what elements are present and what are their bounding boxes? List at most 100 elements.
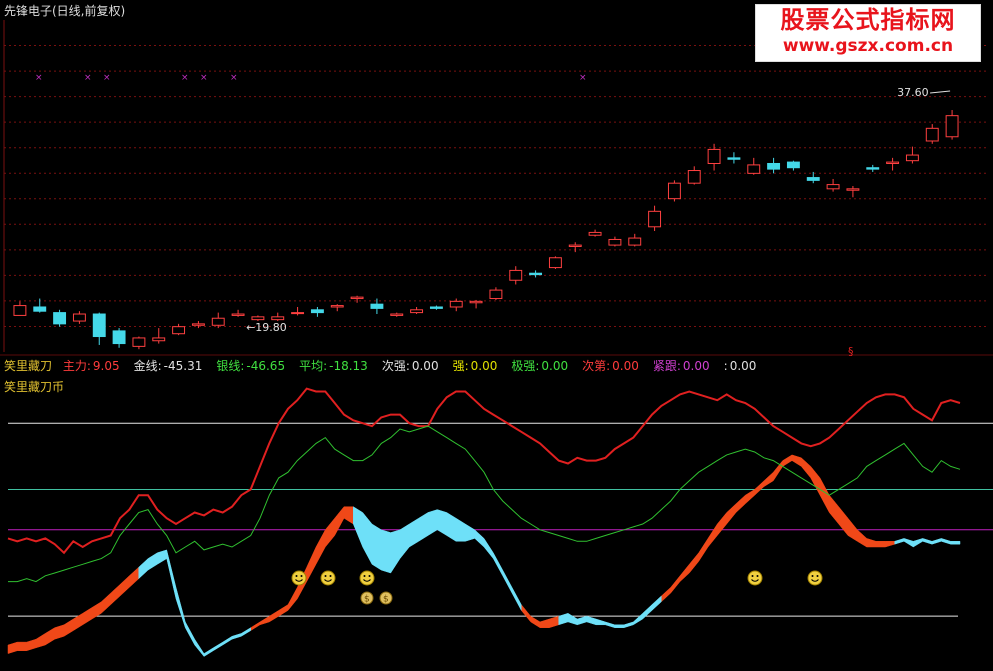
indicator-name: 笑里藏刀 bbox=[4, 359, 53, 373]
signal-marker: × bbox=[84, 73, 92, 83]
indicator-item: 强: 0.00 bbox=[453, 359, 505, 373]
indicator-value: 9.05 bbox=[92, 359, 120, 373]
indicator-item: 主力: 9.05 bbox=[63, 359, 127, 373]
smiley-eye bbox=[329, 575, 332, 577]
candle-down bbox=[767, 162, 781, 170]
candlestick-chart[interactable]: 37.60 ←19.80 × × × × × × × § $ $ bbox=[0, 0, 993, 671]
candle-up bbox=[568, 244, 582, 247]
candle-up bbox=[925, 127, 939, 142]
signal-marker: × bbox=[35, 73, 43, 83]
candle-down bbox=[786, 161, 800, 169]
candle-up bbox=[132, 337, 146, 347]
signal-marker: × bbox=[230, 73, 238, 83]
watermark-logo: 股票公式指标网 www.gszx.com.cn bbox=[755, 4, 981, 62]
indicator-value: 0.00 bbox=[411, 359, 439, 373]
smiley-eye bbox=[756, 575, 759, 577]
candle-up bbox=[390, 313, 404, 316]
smiley-eye bbox=[324, 575, 327, 577]
indicator-items: 主力: 9.05 金线: -45.31 银线: -46.65 平均: -18.13 次强: 0.0… bbox=[63, 359, 771, 373]
indicator-value: 0.00 bbox=[682, 359, 710, 373]
candle-up bbox=[410, 309, 424, 314]
candle-up bbox=[231, 313, 245, 316]
candle-down bbox=[727, 157, 741, 160]
signal-marker: × bbox=[103, 73, 111, 83]
signal-marker: × bbox=[181, 73, 189, 83]
candle-up bbox=[291, 312, 305, 315]
band-area bbox=[7, 566, 139, 654]
indicator-value: -46.65 bbox=[246, 359, 286, 373]
candle-up bbox=[687, 170, 701, 184]
candle-up bbox=[172, 326, 186, 335]
band-area bbox=[353, 506, 522, 611]
smiley-icon bbox=[320, 570, 336, 586]
smiley-icon bbox=[291, 570, 307, 586]
candle-up bbox=[905, 154, 919, 162]
smiley-eye bbox=[295, 575, 298, 577]
candle-down bbox=[53, 312, 67, 325]
signal-marker: × bbox=[200, 73, 208, 83]
high-price-label: 37.60 bbox=[897, 86, 929, 99]
indicator-label: 强: bbox=[452, 359, 469, 373]
money-bag-glyph: $ bbox=[364, 595, 370, 605]
smiley-eye bbox=[363, 575, 366, 577]
indicator-item: :0.00 bbox=[724, 359, 764, 373]
indicator-item: 紧跟: 0.00 bbox=[653, 359, 717, 373]
candle-down bbox=[92, 313, 106, 338]
candle-up bbox=[489, 289, 503, 300]
candle-up bbox=[846, 188, 860, 191]
band-area bbox=[250, 506, 354, 632]
candle-up bbox=[648, 210, 662, 228]
smiley-icon bbox=[359, 570, 375, 586]
indicator-label: 紧跟: bbox=[652, 359, 681, 373]
smiley-eye bbox=[816, 575, 819, 577]
indicator-label: 次强: bbox=[381, 359, 410, 373]
window-title: 先锋电子(日线,前复权) bbox=[4, 4, 126, 18]
candle-up bbox=[628, 237, 642, 246]
candle-up bbox=[747, 164, 761, 174]
indicator-bar: 笑里藏刀 主力: 9.05 金线: -45.31 银线: -46.65 平均: -18.13 次… bbox=[4, 358, 777, 374]
candle-down bbox=[806, 177, 820, 181]
indicator-item: 次强: 0.00 bbox=[382, 359, 446, 373]
candle-up bbox=[72, 313, 86, 322]
smiley-eye bbox=[751, 575, 754, 577]
indicator-value: 0.00 bbox=[470, 359, 498, 373]
indicator-value: 0.00 bbox=[541, 359, 569, 373]
candle-up bbox=[667, 182, 681, 200]
band-area bbox=[558, 595, 662, 628]
band-area bbox=[661, 454, 895, 603]
candle-up bbox=[211, 317, 225, 326]
indicator-value: 0.00 bbox=[612, 359, 639, 373]
watermark-line1: 股票公式指标网 bbox=[780, 6, 956, 34]
indicator-label: 次第: bbox=[582, 359, 611, 373]
candle-down bbox=[866, 167, 880, 170]
candle-down bbox=[529, 272, 543, 276]
candle-down bbox=[429, 306, 443, 309]
smiley-icon bbox=[807, 570, 823, 586]
indicator-value: 0.00 bbox=[729, 359, 757, 373]
indicator-label: 金线: bbox=[133, 359, 162, 373]
indicator-label: 主力: bbox=[62, 359, 91, 373]
chart-stage[interactable]: 37.60 ←19.80 × × × × × × × § $ $ 先锋电子(日线,前复权) 股票公式指… bbox=[0, 0, 993, 671]
indicator-item: 平均: -18.13 bbox=[299, 359, 375, 373]
low-price-label: ←19.80 bbox=[246, 321, 287, 334]
indicator-item: 金线: -45.31 bbox=[134, 359, 210, 373]
candle-up bbox=[469, 300, 483, 304]
candle-up bbox=[588, 231, 602, 236]
indicator-item: 极强: 0.00 bbox=[511, 359, 575, 373]
candle-up bbox=[449, 300, 463, 308]
watermark-line2: www.gszx.com.cn bbox=[782, 36, 954, 56]
series-line bbox=[7, 387, 961, 555]
high-arrow bbox=[930, 90, 951, 94]
smiley-eye bbox=[368, 575, 371, 577]
candle-up bbox=[886, 161, 900, 164]
band-area bbox=[894, 538, 961, 548]
candle-up bbox=[13, 305, 27, 316]
money-bag-glyph: $ bbox=[383, 595, 389, 605]
indicator-label: 极强: bbox=[511, 359, 540, 373]
candle-up bbox=[271, 316, 285, 321]
smiley-icon bbox=[747, 570, 763, 586]
candle-down bbox=[370, 303, 384, 309]
indicator-item: 次第: 0.00 bbox=[582, 359, 646, 373]
candle-down bbox=[33, 306, 47, 312]
band-area bbox=[138, 549, 251, 657]
